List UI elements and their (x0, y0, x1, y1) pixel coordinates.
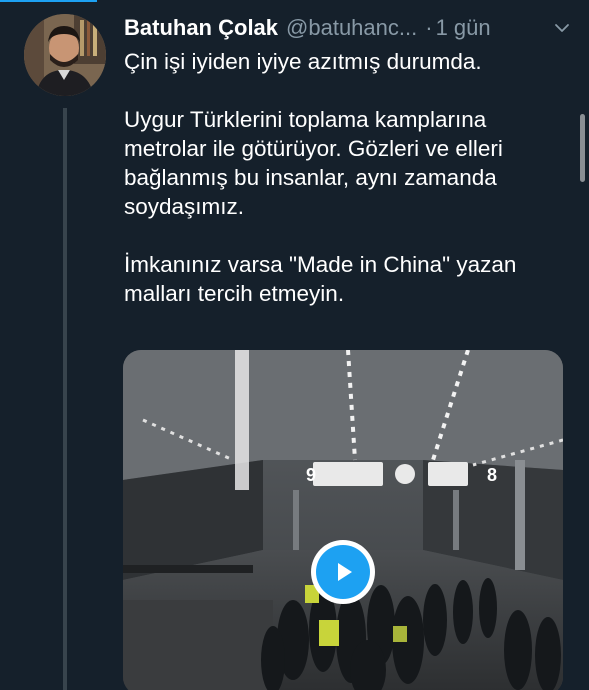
tweet-paragraph: Uygur Türklerini toplama kamplarına metr… (124, 107, 503, 219)
platform-sign-number: 8 (487, 465, 497, 485)
tweet-text: Çin işi iyiden iyiye azıtmış durumda. Uy… (124, 47, 574, 308)
author-name[interactable]: Batuhan Çolak (124, 15, 278, 41)
tweet-timestamp[interactable]: 1 gün (436, 15, 491, 41)
avatar-image (24, 14, 106, 96)
scrollbar[interactable] (580, 114, 585, 182)
platform-sign-number: 9 (306, 465, 316, 485)
tweet-paragraph: Çin işi iyiden iyiye azıtmış durumda. (124, 49, 482, 74)
tweet-paragraph: İmkanınız varsa "Made in China" yazan ma… (124, 252, 517, 306)
chevron-down-icon[interactable] (553, 19, 571, 37)
video-player[interactable]: 9 8 (123, 350, 563, 690)
play-button[interactable] (311, 540, 375, 604)
avatar[interactable] (24, 14, 106, 96)
tweet-header: Batuhan Çolak @batuhanc... · 1 gün (124, 13, 579, 43)
play-icon[interactable] (316, 545, 370, 599)
video-thumbnail: 9 8 (123, 350, 563, 690)
thread-line (63, 108, 67, 690)
separator-dot: · (425, 15, 433, 40)
author-handle[interactable]: @batuhanc... (286, 15, 417, 41)
tab-indicator (0, 0, 97, 2)
